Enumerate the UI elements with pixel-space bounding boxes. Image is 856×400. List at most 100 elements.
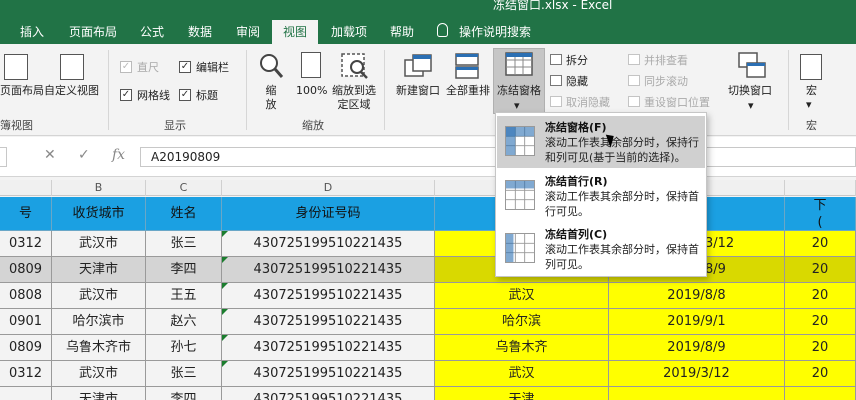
table-cell[interactable]: 武汉市 — [52, 361, 146, 387]
table-cell[interactable]: 哈尔滨市 — [52, 309, 146, 335]
ruler-checkbox[interactable]: ✓ — [120, 61, 132, 73]
column-header-a[interactable] — [0, 180, 52, 196]
table-cell[interactable]: 武汉市 — [52, 283, 146, 309]
table-cell[interactable]: 张三 — [146, 231, 222, 257]
table-cell[interactable]: 20 — [785, 231, 856, 257]
table-cell[interactable]: 2019/9/1 — [609, 309, 785, 335]
table-cell[interactable]: 430725199510221435 — [222, 231, 435, 257]
column-header-c[interactable]: C — [146, 180, 222, 196]
table-cell[interactable]: 乌鲁木齐 — [435, 335, 609, 361]
table-cell[interactable]: 王五 — [146, 283, 222, 309]
table-row: 0901 哈尔滨市 赵六 430725199510221435 哈尔滨 2019… — [0, 309, 856, 335]
table-cell[interactable]: 李四 — [146, 387, 222, 400]
table-cell[interactable]: 武汉 — [435, 361, 609, 387]
table-cell[interactable]: 天津市 — [52, 387, 146, 400]
table-cell[interactable]: 430725199510221435 — [222, 309, 435, 335]
formula-bar-checkbox[interactable]: ✓ — [179, 61, 191, 73]
tab-data[interactable]: 数据 — [180, 22, 220, 44]
table-cell[interactable]: 430725199510221435 — [222, 335, 435, 361]
arrange-all-icon — [455, 53, 479, 79]
zoom-100-button[interactable]: 100% — [296, 84, 327, 98]
column-header-b[interactable]: B — [52, 180, 146, 196]
menu-item-freeze-top-row[interactable]: 冻结首行(R) 滚动工作表其余部分时，保持首行可见。 — [497, 170, 705, 222]
gridlines-checkbox[interactable]: ✓ — [120, 89, 132, 101]
split-icon — [550, 54, 562, 65]
table-cell[interactable]: 430725199510221435 — [222, 257, 435, 283]
table-cell[interactable]: 0312 — [0, 231, 52, 257]
table-cell[interactable]: 赵六 — [146, 309, 222, 335]
menu-item-freeze-panes[interactable]: 冻结窗格(F) 滚动工作表其余部分时，保持行和列可见(基于当前的选择)。 — [497, 116, 705, 168]
tab-addins[interactable]: 加载项 — [324, 22, 374, 44]
cancel-icon[interactable]: ✕ — [44, 147, 56, 163]
table-cell[interactable] — [0, 387, 52, 400]
tab-formulas[interactable]: 公式 — [132, 22, 172, 44]
table-cell[interactable]: 天津市 — [52, 257, 146, 283]
unhide-button[interactable]: 取消隐藏 — [566, 94, 610, 110]
table-cell[interactable]: 430725199510221435 — [222, 283, 435, 309]
new-window-icon — [404, 54, 432, 77]
macros-button[interactable]: 宏 — [806, 84, 817, 98]
table-cell[interactable]: 20 — [785, 257, 856, 283]
insert-function-icon[interactable]: fx — [112, 147, 125, 163]
text-number-flag — [222, 335, 228, 341]
custom-views-button[interactable]: 自定义视图 — [44, 84, 99, 98]
table-cell[interactable]: 2019/8/8 — [609, 283, 785, 309]
zoom-button[interactable]: 缩放 — [262, 84, 280, 112]
split-button[interactable]: 拆分 — [566, 52, 588, 68]
table-cell[interactable]: 2019/3/12 — [609, 361, 785, 387]
table-cell[interactable]: 天津 — [435, 387, 609, 400]
table-cell[interactable]: 武汉 — [435, 283, 609, 309]
table-cell[interactable]: 430725199510221435 — [222, 387, 435, 400]
table-cell[interactable]: 张三 — [146, 361, 222, 387]
group-label-zoom: 缩放 — [302, 119, 324, 132]
header-cell[interactable]: 下( — [785, 197, 856, 231]
table-cell[interactable]: 20 — [785, 361, 856, 387]
text-number-flag — [222, 361, 228, 367]
table-cell[interactable]: 0809 — [0, 335, 52, 361]
hide-button[interactable]: 隐藏 — [566, 73, 588, 89]
table-cell[interactable]: 20 — [785, 283, 856, 309]
page-layout-button[interactable]: 页面布局 — [0, 84, 44, 98]
tab-view[interactable]: 视图 — [272, 20, 318, 44]
table-cell[interactable]: 李四 — [146, 257, 222, 283]
header-cell[interactable]: 身份证号码 — [222, 197, 435, 231]
tab-insert[interactable]: 插入 — [12, 22, 52, 44]
sync-scroll-button[interactable]: 同步滚动 — [644, 73, 688, 89]
table-cell[interactable]: 孙七 — [146, 335, 222, 361]
table-cell[interactable]: 20 — [785, 335, 856, 361]
tab-help[interactable]: 帮助 — [382, 22, 422, 44]
table-row-selected: 0809 天津市 李四 430725199510221435 8/9 20 — [0, 257, 856, 283]
arrange-all-button[interactable]: 全部重排 — [446, 84, 490, 98]
new-window-button[interactable]: 新建窗口 — [396, 84, 440, 98]
menu-item-freeze-first-column[interactable]: 冻结首列(C) 滚动工作表其余部分时，保持首列可见。 — [497, 223, 705, 275]
table-cell[interactable]: 武汉市 — [52, 231, 146, 257]
table-cell[interactable]: 哈尔滨 — [435, 309, 609, 335]
table-cell[interactable] — [785, 387, 856, 400]
reset-window-button[interactable]: 重设窗口位置 — [644, 94, 710, 110]
table-cell[interactable]: 0312 — [0, 361, 52, 387]
headings-checkbox[interactable]: ✓ — [179, 89, 191, 101]
table-cell[interactable]: 430725199510221435 — [222, 361, 435, 387]
column-header-g[interactable] — [785, 180, 856, 196]
header-cell[interactable]: 号 — [0, 197, 52, 231]
table-cell[interactable]: 0808 — [0, 283, 52, 309]
tab-review[interactable]: 审阅 — [228, 22, 268, 44]
table-cell[interactable]: 0809 — [0, 257, 52, 283]
tab-page-layout[interactable]: 页面布局 — [64, 22, 122, 44]
enter-icon[interactable]: ✓ — [78, 147, 90, 163]
view-side-by-side-button[interactable]: 并排查看 — [644, 52, 688, 68]
table-cell[interactable]: 乌鲁木齐市 — [52, 335, 146, 361]
table-cell[interactable]: 0901 — [0, 309, 52, 335]
header-cell[interactable]: 收货城市 — [52, 197, 146, 231]
zoom-to-selection-button[interactable]: 缩放到选定区域 — [332, 84, 376, 112]
name-box[interactable] — [0, 147, 7, 167]
table-cell[interactable]: 20 — [785, 309, 856, 335]
table-cell[interactable]: 2019/8/9 — [609, 335, 785, 361]
page-layout-icon — [4, 54, 28, 80]
column-header-d[interactable]: D — [222, 180, 435, 196]
tell-me-search[interactable]: 操作说明搜索 — [459, 22, 531, 42]
gridlines-label: 网格线 — [137, 89, 170, 102]
header-cell[interactable]: 姓名 — [146, 197, 222, 231]
switch-windows-button[interactable]: 切换窗口 — [728, 84, 772, 98]
table-cell[interactable] — [609, 387, 785, 400]
